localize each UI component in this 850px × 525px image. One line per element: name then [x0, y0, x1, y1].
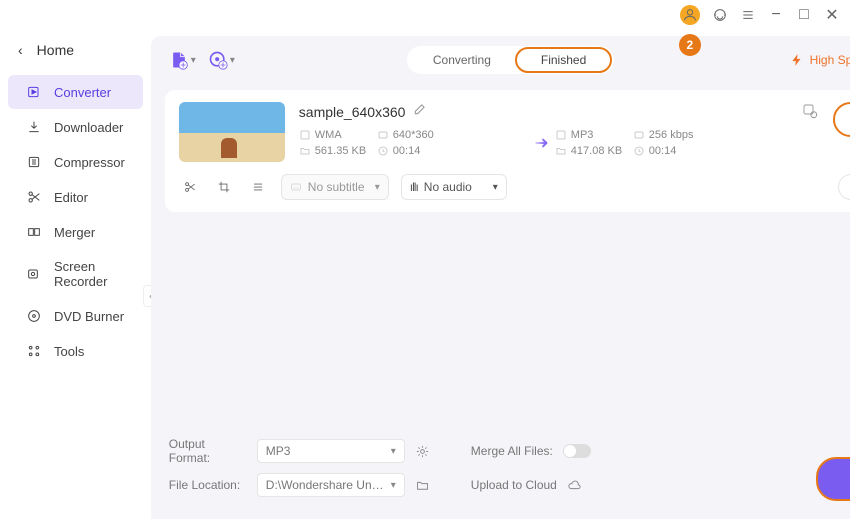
- support-icon[interactable]: [712, 7, 728, 23]
- sidebar-item-label: DVD Burner: [54, 309, 124, 324]
- sidebar-item-label: Converter: [54, 85, 111, 100]
- tab-finished[interactable]: Finished: [515, 47, 612, 73]
- content-topbar: ▾ ▾ Converting Finished High Speed Conve…: [151, 36, 850, 84]
- sidebar-item-label: Editor: [54, 190, 88, 205]
- open-folder-button[interactable]: [415, 477, 431, 493]
- effects-button[interactable]: [247, 176, 269, 198]
- convert-button[interactable]: Convert: [833, 102, 850, 137]
- sidebar-home[interactable]: ‹ Home: [0, 34, 151, 66]
- add-file-button[interactable]: ▾: [169, 50, 196, 70]
- merge-toggle[interactable]: [563, 444, 591, 458]
- footer: 3 Output Format: MP3 ▾ Merge All Files: …: [151, 427, 850, 519]
- src-resolution: 640*360: [377, 129, 453, 141]
- sidebar-item-converter[interactable]: Converter: [8, 75, 143, 109]
- merger-icon: [26, 224, 42, 240]
- high-speed-conversion[interactable]: High Speed Conversion: [790, 53, 850, 67]
- conversion-item: 1 sample_640x360 WMA 640*360 MP3 256 kbp…: [165, 90, 850, 212]
- chevron-down-icon: ▾: [375, 182, 380, 193]
- sidebar-item-label: Compressor: [54, 155, 125, 170]
- output-format-value: MP3: [266, 444, 291, 458]
- file-location-value: D:\Wondershare UniConverter 1: [266, 478, 385, 492]
- sidebar-item-tools[interactable]: Tools: [8, 334, 143, 368]
- cloud-icon[interactable]: [567, 477, 583, 493]
- output-format-select[interactable]: MP3 ▾: [257, 439, 405, 463]
- src-duration: 00:14: [377, 145, 453, 157]
- chevron-down-icon: ▾: [191, 55, 196, 66]
- converter-icon: [26, 84, 42, 100]
- arrow-icon: [533, 132, 553, 154]
- dst-size: 417.08 KB: [555, 145, 631, 157]
- audio-value: No audio: [424, 180, 472, 194]
- add-disc-button[interactable]: ▾: [208, 50, 235, 70]
- sidebar-item-downloader[interactable]: Downloader: [8, 110, 143, 144]
- sidebar-item-compressor[interactable]: Compressor: [8, 145, 143, 179]
- dst-format: MP3: [555, 129, 631, 141]
- titlebar: − □ ✕: [0, 0, 850, 30]
- file-name: sample_640x360: [299, 104, 406, 120]
- subtitle-select[interactable]: No subtitle ▾: [281, 174, 389, 200]
- sidebar-item-merger[interactable]: Merger: [8, 215, 143, 249]
- maximize-button[interactable]: □: [796, 7, 812, 23]
- chevron-down-icon: ▾: [391, 446, 396, 457]
- sidebar: ‹ Home Converter Downloader Compressor E…: [0, 30, 151, 525]
- dst-bitrate: 256 kbps: [633, 129, 709, 141]
- cloud-label: Upload to Cloud: [471, 478, 557, 492]
- output-format-label: Output Format:: [169, 437, 247, 465]
- download-icon: [26, 119, 42, 135]
- chevron-down-icon: ▾: [493, 182, 498, 193]
- start-all-button[interactable]: Start All: [816, 457, 850, 501]
- home-label: Home: [37, 42, 74, 58]
- recorder-icon: [26, 266, 42, 282]
- tab-converting[interactable]: Converting: [409, 49, 515, 71]
- sidebar-item-label: Screen Recorder: [54, 259, 125, 289]
- video-thumbnail[interactable]: [179, 102, 285, 162]
- status-segment: Converting Finished: [407, 46, 614, 74]
- scissors-icon: [26, 189, 42, 205]
- compress-icon: [26, 154, 42, 170]
- chevron-down-icon: ▾: [391, 480, 396, 491]
- tools-icon: [26, 343, 42, 359]
- sidebar-item-label: Tools: [54, 344, 84, 359]
- audio-select[interactable]: ıllı No audio ▾: [401, 174, 507, 200]
- output-settings-icon[interactable]: [801, 102, 819, 120]
- menu-icon[interactable]: [740, 7, 756, 23]
- sidebar-item-screen-recorder[interactable]: Screen Recorder: [8, 250, 143, 298]
- item-settings-button[interactable]: Settings: [838, 174, 850, 200]
- sidebar-item-dvd-burner[interactable]: DVD Burner: [8, 299, 143, 333]
- sidebar-item-label: Merger: [54, 225, 95, 240]
- content-area: 2 ▾ ▾ Converting Finished High Speed Con…: [151, 36, 850, 519]
- back-icon: ‹: [18, 42, 23, 58]
- trim-button[interactable]: [179, 176, 201, 198]
- close-button[interactable]: ✕: [824, 7, 840, 23]
- merge-label: Merge All Files:: [471, 444, 553, 458]
- crop-button[interactable]: [213, 176, 235, 198]
- edit-name-icon[interactable]: [413, 102, 427, 121]
- src-size: 561.35 KB: [299, 145, 375, 157]
- minimize-button[interactable]: −: [768, 7, 784, 23]
- avatar[interactable]: [680, 5, 700, 25]
- dst-duration: 00:14: [633, 145, 709, 157]
- waveform-icon: ıllı: [410, 180, 418, 194]
- sidebar-item-editor[interactable]: Editor: [8, 180, 143, 214]
- sidebar-item-label: Downloader: [54, 120, 123, 135]
- hsc-label: High Speed Conversion: [810, 53, 850, 67]
- output-settings-gear[interactable]: [415, 443, 431, 459]
- file-location-label: File Location:: [169, 478, 247, 492]
- callout-2: 2: [679, 34, 701, 56]
- lightning-icon: [790, 53, 804, 67]
- chevron-down-icon: ▾: [230, 55, 235, 66]
- src-format: WMA: [299, 129, 375, 141]
- subtitle-value: No subtitle: [308, 180, 365, 194]
- file-location-select[interactable]: D:\Wondershare UniConverter 1 ▾: [257, 473, 405, 497]
- disc-icon: [26, 308, 42, 324]
